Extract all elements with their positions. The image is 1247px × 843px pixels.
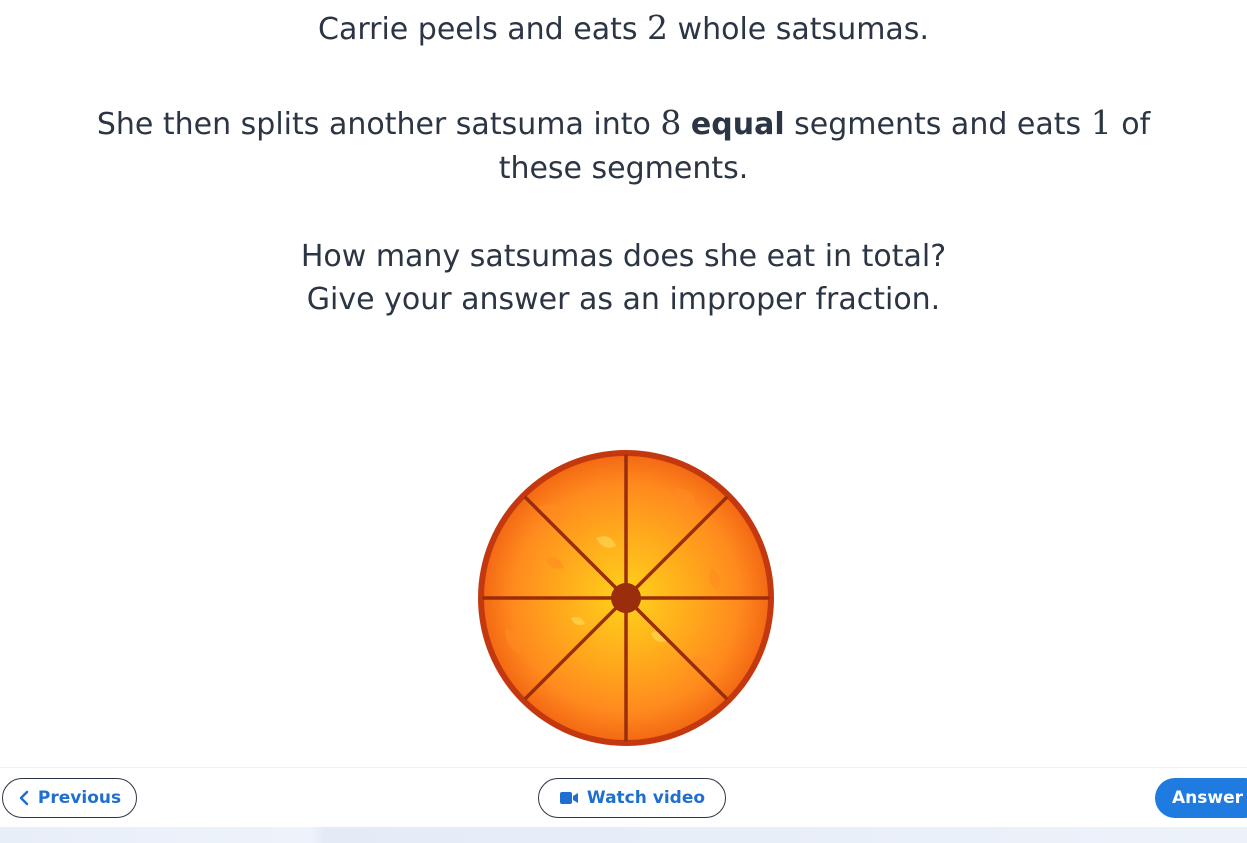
question-prompt: How many satsumas does she eat in total?	[300, 239, 947, 274]
video-camera-icon	[559, 791, 579, 805]
previous-button[interactable]: Previous	[2, 778, 137, 818]
watch-video-label: Watch video	[586, 788, 706, 808]
satsuma-illustration	[476, 448, 776, 748]
watch-video-button[interactable]: Watch video	[538, 778, 726, 818]
question-line-1: Carrie peels and eats 2 whole satsumas.	[318, 8, 929, 47]
previous-label: Previous	[37, 788, 122, 808]
satsuma-core	[611, 583, 641, 613]
answer-label: Answer	[1172, 788, 1243, 808]
answer-instruction: Give your answer as an improper fraction…	[306, 282, 941, 317]
chevron-left-icon	[18, 790, 30, 806]
answer-button[interactable]: Answer	[1155, 778, 1247, 818]
question-line-3: these segments.	[498, 151, 749, 186]
satsuma-svg	[478, 450, 774, 746]
bottom-shadow	[0, 827, 1247, 843]
emphasis-equal: equal	[690, 107, 785, 142]
question-line-2: She then splits another satsuma into 8 e…	[96, 103, 1151, 142]
number-8: 8	[660, 103, 682, 142]
number-1: 1	[1090, 103, 1112, 142]
number-2: 2	[647, 8, 669, 47]
